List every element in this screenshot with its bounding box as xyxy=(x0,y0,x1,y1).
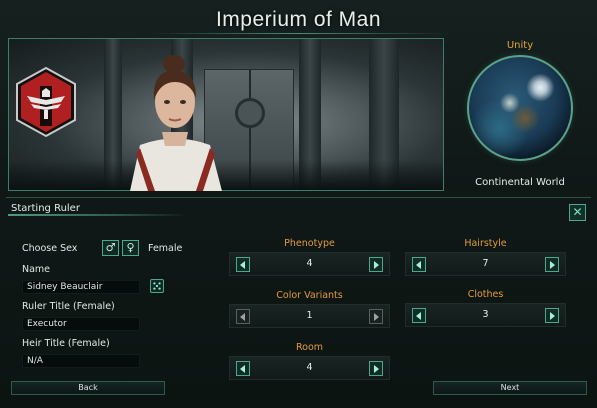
color-variants-value: 1 xyxy=(306,310,313,321)
section-title: Starting Ruler xyxy=(11,203,80,214)
planet-type: Continental World xyxy=(475,177,565,188)
clothes-next-button[interactable] xyxy=(545,308,559,323)
phenotype-next-button[interactable] xyxy=(369,257,383,272)
title-divider xyxy=(150,33,447,34)
empire-title: Imperium of Man xyxy=(215,8,382,31)
empire-emblem-icon[interactable] xyxy=(15,66,77,138)
randomize-name-icon[interactable] xyxy=(150,279,164,293)
color-variants-next-button[interactable] xyxy=(369,309,383,324)
name-input[interactable]: Sidney Beauclair xyxy=(22,280,140,294)
clothes-selector: Clothes 3 xyxy=(405,289,566,329)
ruler-title-label: Ruler Title (Female) xyxy=(22,301,115,312)
planet-name: Unity xyxy=(506,40,534,51)
hairstyle-label: Hairstyle xyxy=(464,238,507,249)
hairstyle-selector: Hairstyle 7 xyxy=(405,238,566,278)
ruler-portrait xyxy=(130,55,222,191)
next-button[interactable]: Next xyxy=(433,381,587,395)
room-label: Room xyxy=(295,342,324,353)
heir-title-label: Heir Title (Female) xyxy=(22,338,110,349)
phenotype-selector: Phenotype 4 xyxy=(229,238,390,278)
hairstyle-value: 7 xyxy=(482,258,489,269)
male-button[interactable]: ♂ xyxy=(102,240,119,256)
room-selector: Room 4 xyxy=(229,342,390,382)
close-button[interactable]: ✕ xyxy=(569,204,586,221)
clothes-value: 3 xyxy=(482,309,489,320)
name-label: Name xyxy=(22,264,51,275)
phenotype-value: 4 xyxy=(306,258,313,269)
choose-sex-label: Choose Sex xyxy=(22,243,78,254)
back-button[interactable]: Back xyxy=(11,381,165,395)
female-button[interactable]: ♀ xyxy=(122,240,139,256)
empire-creation-screen: Imperium of Man Unity Continental World … xyxy=(0,0,597,408)
homeworld-planet[interactable] xyxy=(467,55,573,161)
ruler-title-input[interactable]: Executor xyxy=(22,317,140,331)
room-next-button[interactable] xyxy=(369,361,383,376)
color-variants-selector: Color Variants 1 xyxy=(229,290,390,330)
section-divider xyxy=(8,214,188,216)
phenotype-label: Phenotype xyxy=(284,238,335,249)
room-value: 4 xyxy=(306,362,313,373)
heir-title-input[interactable]: N/A xyxy=(22,354,140,368)
selected-sex-label: Female xyxy=(148,243,183,254)
hairstyle-next-button[interactable] xyxy=(545,257,559,272)
color-variants-label: Color Variants xyxy=(276,290,343,301)
clothes-label: Clothes xyxy=(467,289,504,300)
